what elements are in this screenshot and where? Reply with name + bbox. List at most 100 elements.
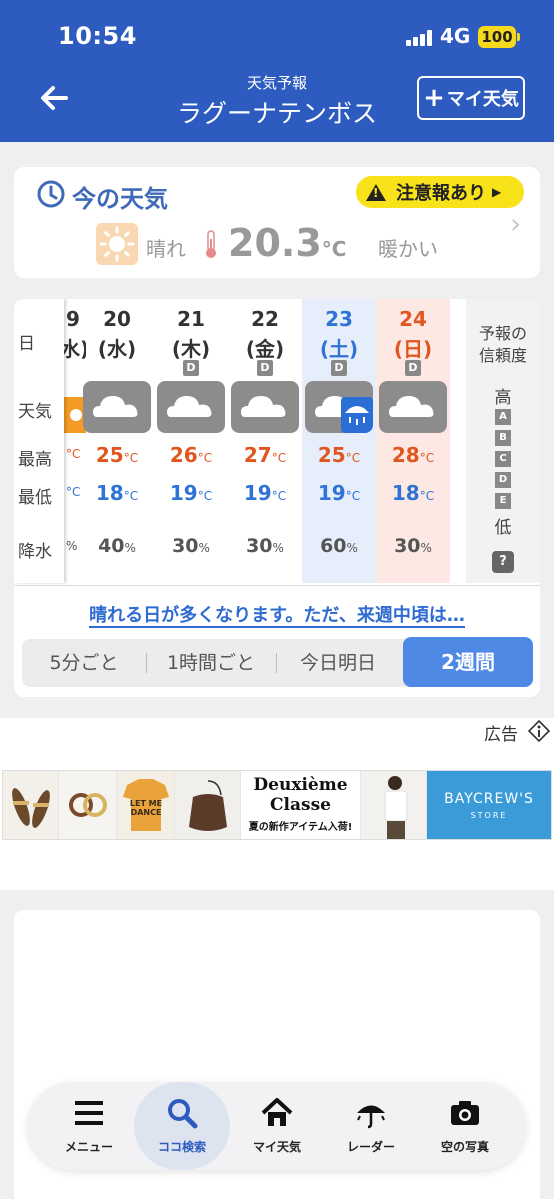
- reliability-title: 予報の 信頼度: [478, 324, 527, 365]
- reliability-badge: D: [257, 360, 273, 376]
- tab-menu[interactable]: メニュー: [42, 1082, 136, 1170]
- tab-radar[interactable]: レーダー: [324, 1082, 418, 1170]
- network-label: 4G: [440, 24, 471, 48]
- sunny-icon: [96, 223, 138, 265]
- clock-icon: [37, 180, 65, 208]
- tab-sky-photo[interactable]: 空の写真: [418, 1082, 512, 1170]
- forecast-day-column[interactable]: 22 (金) D 27°C 19°C 30%: [228, 299, 302, 583]
- forecast-high: 25°C: [317, 443, 361, 467]
- divider: [14, 585, 540, 586]
- home-icon: [261, 1098, 293, 1126]
- ad-choices-icon[interactable]: [528, 720, 550, 742]
- forecast-dow: (金): [245, 337, 285, 361]
- tab-search[interactable]: ココ検索: [134, 1082, 230, 1170]
- bottom-tab-bar: メニュー ココ検索 マイ天気 レーダー 空の写真: [28, 1082, 526, 1170]
- forecast-low: 18°C: [391, 481, 435, 505]
- forecast-low: 19°C: [169, 481, 213, 505]
- forecast-range-tabs: 5分ごと 1時間ごと 今日明日 2週間: [22, 637, 533, 687]
- tab-hourly[interactable]: 1時間ごと: [146, 639, 276, 687]
- signal-icon: [406, 30, 434, 46]
- forecast-date: 24: [399, 307, 427, 331]
- tab-my-weather[interactable]: マイ天気: [230, 1082, 324, 1170]
- forecast-precip: 40%: [98, 535, 136, 557]
- cloudy-icon: [157, 381, 225, 433]
- forecast-high: 26°C: [169, 443, 213, 467]
- reliability-panel: 予報の 信頼度 高 A B C D E 低 ?: [466, 299, 540, 583]
- ad-image-sandals: [3, 771, 59, 839]
- ad-brand-baycrews: BAYCREW'S STORE: [427, 771, 551, 839]
- forecast-dow: (木): [171, 337, 211, 361]
- forecast-day-column[interactable]: 20 (水) 25°C 18°C 40%: [80, 299, 154, 583]
- ad-image-bracelets: [59, 771, 117, 839]
- forecast-date: 20: [103, 307, 131, 331]
- caret-right-icon: ▶: [492, 185, 502, 199]
- forecast-dow: (土): [319, 337, 359, 361]
- alert-badge[interactable]: 注意報あり ▶: [356, 176, 524, 208]
- cloudy-rain-icon: [305, 381, 373, 433]
- cloudy-icon: [231, 381, 299, 433]
- battery-icon: 100: [478, 26, 520, 48]
- reliability-low-label: 低: [494, 518, 512, 538]
- umbrella-icon: [357, 1105, 385, 1129]
- menu-icon: [75, 1101, 103, 1125]
- forecast-summary-link[interactable]: 晴れる日が多くなります。ただ、来週中頃は…: [14, 601, 540, 628]
- reliability-badge: D: [183, 360, 199, 376]
- reliability-badge: D: [331, 360, 347, 376]
- forecast-precip: 30%: [394, 535, 432, 557]
- chevron-right-icon: ›: [510, 207, 522, 240]
- forecast-row-labels: 日 天気 最高 最低 降水: [14, 299, 64, 583]
- tab-5min[interactable]: 5分ごと: [22, 639, 146, 687]
- grade-a: A: [495, 409, 511, 425]
- forecast-high: 27°C: [243, 443, 287, 467]
- forecast-day-column[interactable]: 23 (土) D 25°C 19°C 60%: [302, 299, 376, 583]
- forecast-high: 25°C: [95, 443, 139, 467]
- status-time: 10:54: [58, 22, 137, 50]
- grade-b: B: [495, 430, 511, 446]
- forecast-precip: 60%: [320, 535, 358, 557]
- camera-icon: [451, 1101, 479, 1125]
- reliability-high-label: 高: [494, 388, 512, 408]
- ad-label: 広告: [484, 725, 518, 745]
- forecast-low: 19°C: [243, 481, 287, 505]
- forecast-date: 22: [251, 307, 279, 331]
- forecast-dow: (水): [97, 337, 137, 361]
- forecast-day-column[interactable]: 24 (日) D 28°C 18°C 30%: [376, 299, 450, 583]
- add-my-weather-button[interactable]: + マイ天気: [417, 76, 525, 120]
- warning-icon: [366, 183, 386, 201]
- forecast-card: 9 水) °C °C % 日 天気 最高 最低 降水 20 (水) 25°C 1…: [14, 299, 540, 697]
- search-icon: [168, 1099, 198, 1129]
- add-my-weather-label: マイ天気: [446, 89, 519, 110]
- cloudy-icon: [83, 381, 151, 433]
- forecast-day-column[interactable]: 21 (木) D 26°C 19°C 30%: [154, 299, 228, 583]
- plus-icon: +: [423, 83, 445, 113]
- tab-today-tomorrow[interactable]: 今日明日: [276, 639, 400, 687]
- grade-c: C: [495, 451, 511, 467]
- ad-brand-deuxieme: Deuxième Classe 夏の新作アイテム入荷!: [241, 771, 361, 839]
- forecast-date: 21: [177, 307, 205, 331]
- current-weather-title: 今の天気: [72, 185, 168, 213]
- grade-d: D: [495, 472, 511, 488]
- current-weather-card[interactable]: 今の天気 注意報あり ▶ › 晴れ 20.3°C 暖かい: [14, 167, 540, 278]
- help-button[interactable]: ?: [492, 551, 514, 573]
- alert-label: 注意報あり: [396, 183, 486, 204]
- forecast-high: 28°C: [391, 443, 435, 467]
- ad-banner[interactable]: LET ME DANCE Deuxième Classe 夏の新作アイテム入荷!…: [2, 770, 552, 840]
- grade-e: E: [495, 493, 511, 509]
- forecast-precip: 30%: [172, 535, 210, 557]
- ad-image-model: [361, 771, 427, 839]
- app-header: 10:54 4G 100 天気予報 ラグーナテンボス + マイ天気: [0, 0, 554, 142]
- forecast-date: 23: [325, 307, 353, 331]
- reliability-badge: D: [405, 360, 421, 376]
- forecast-dow: (日): [393, 337, 433, 361]
- current-feel: 暖かい: [378, 237, 438, 261]
- current-temperature: 20.3°C: [228, 221, 347, 265]
- forecast-low: 18°C: [95, 481, 139, 505]
- ad-image-bag: [175, 771, 241, 839]
- cloudy-icon: [379, 381, 447, 433]
- tab-2weeks[interactable]: 2週間: [403, 637, 533, 687]
- ad-image-tshirt: LET ME DANCE: [117, 771, 175, 839]
- thermometer-icon: [206, 230, 216, 258]
- forecast-low: 19°C: [317, 481, 361, 505]
- current-condition: 晴れ: [146, 237, 186, 261]
- forecast-precip: 30%: [246, 535, 284, 557]
